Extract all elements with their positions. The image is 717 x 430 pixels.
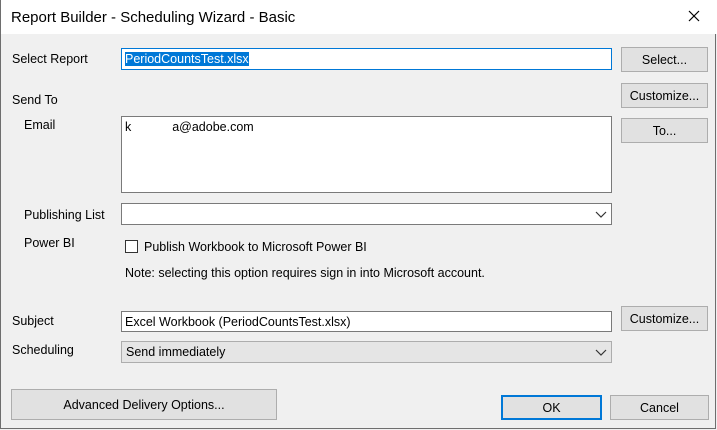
- power-bi-label: Power BI: [24, 236, 75, 250]
- publishing-list-label: Publishing List: [24, 208, 105, 222]
- select-report-field[interactable]: PeriodCountsTest.xlsx: [121, 48, 612, 70]
- scheduling-select[interactable]: Send immediately: [121, 341, 612, 363]
- send-to-label: Send To: [12, 93, 58, 107]
- subject-value: Excel Workbook (PeriodCountsTest.xlsx): [125, 315, 351, 329]
- email-value-right: a@adobe.com: [172, 120, 254, 134]
- scheduling-value: Send immediately: [126, 345, 226, 359]
- publish-power-bi-label[interactable]: Publish Workbook to Microsoft Power BI: [144, 240, 367, 254]
- chevron-down-icon: [595, 347, 607, 357]
- ok-button[interactable]: OK: [501, 395, 602, 420]
- email-field[interactable]: k a@adobe.com: [121, 116, 612, 193]
- publish-power-bi-checkbox[interactable]: [125, 240, 138, 253]
- scheduling-label: Scheduling: [12, 343, 74, 357]
- email-to-button[interactable]: To...: [621, 118, 708, 143]
- title-bar: Report Builder - Scheduling Wizard - Bas…: [1, 0, 717, 34]
- select-report-button[interactable]: Select...: [621, 47, 708, 72]
- power-bi-note: Note: selecting this option requires sig…: [125, 266, 485, 280]
- email-label: Email: [24, 118, 56, 132]
- cancel-button[interactable]: Cancel: [610, 395, 709, 420]
- advanced-delivery-options-button[interactable]: Advanced Delivery Options...: [11, 389, 277, 420]
- subject-label: Subject: [12, 314, 54, 328]
- chevron-down-icon: [595, 209, 607, 219]
- window-title: Report Builder - Scheduling Wizard - Bas…: [11, 9, 296, 26]
- select-report-value: PeriodCountsTest.xlsx: [125, 52, 249, 66]
- subject-field[interactable]: Excel Workbook (PeriodCountsTest.xlsx): [121, 311, 612, 332]
- publishing-list-select[interactable]: [121, 203, 612, 225]
- close-icon[interactable]: [684, 6, 704, 26]
- email-value-left: k: [125, 120, 132, 134]
- scheduling-wizard-dialog: Report Builder - Scheduling Wizard - Bas…: [0, 0, 717, 429]
- subject-customize-button[interactable]: Customize...: [621, 306, 708, 331]
- select-report-label: Select Report: [12, 52, 88, 66]
- send-to-customize-button[interactable]: Customize...: [621, 83, 708, 108]
